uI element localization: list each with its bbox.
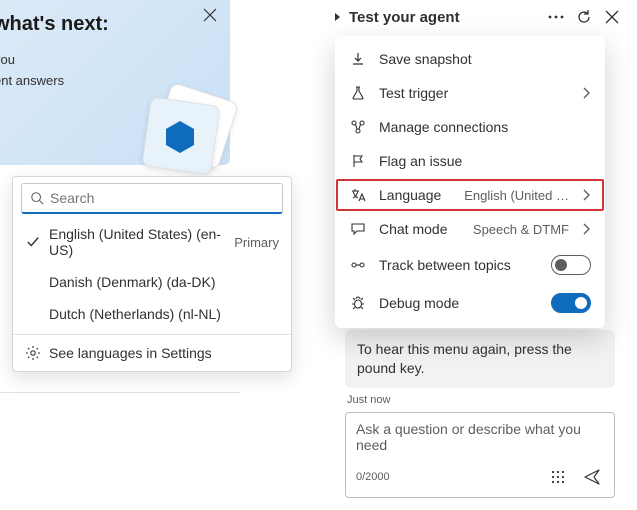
flag-icon <box>349 153 367 169</box>
bot-message: To hear this menu again, press the pound… <box>345 330 615 388</box>
menu-label: Manage connections <box>379 119 591 135</box>
track-icon <box>349 257 367 273</box>
promo-card: what's next: you ent answers <box>0 0 230 165</box>
menu-label: Language <box>379 187 452 203</box>
language-option[interactable]: Dutch (Netherlands) (nl-NL) <box>13 298 291 330</box>
language-list: English (United States) (en-US) Primary … <box>13 214 291 334</box>
track-topics-toggle[interactable] <box>551 255 591 275</box>
language-icon <box>349 187 367 203</box>
menu-test-trigger[interactable]: Test trigger <box>335 76 605 110</box>
menu-label: Chat mode <box>379 221 461 237</box>
bug-icon <box>349 295 367 311</box>
language-option[interactable]: Danish (Denmark) (da-DK) <box>13 266 291 298</box>
chevron-right-icon <box>581 189 591 201</box>
connections-icon <box>349 119 367 135</box>
close-icon[interactable] <box>198 3 222 27</box>
divider <box>0 392 240 393</box>
send-icon[interactable] <box>580 465 604 489</box>
menu-chat-mode[interactable]: Chat mode Speech & DTMF <box>335 212 605 246</box>
message-timestamp: Just now <box>345 394 615 406</box>
panel-settings-menu: Save snapshot Test trigger Manage connec… <box>335 36 605 328</box>
refresh-icon[interactable] <box>573 6 595 28</box>
promo-graphic <box>140 85 250 175</box>
language-option-label: Danish (Denmark) (da-DK) <box>49 274 271 290</box>
chat-icon <box>349 221 367 237</box>
gear-icon <box>25 345 41 361</box>
search-icon <box>30 191 44 205</box>
language-option-label: English (United States) (en-US) <box>49 226 226 258</box>
menu-debug-mode[interactable]: Debug mode <box>335 284 605 322</box>
menu-label: Debug mode <box>379 295 539 311</box>
composer-placeholder: Ask a question or describe what you need <box>356 421 604 459</box>
test-agent-panel: Test your agent Save snapshot Test trigg… <box>327 0 627 510</box>
menu-label: Flag an issue <box>379 153 591 169</box>
language-search[interactable] <box>21 183 283 214</box>
see-languages-label: See languages in Settings <box>49 345 212 361</box>
language-option-badge: Primary <box>234 235 279 250</box>
close-icon[interactable] <box>601 6 623 28</box>
chevron-right-icon <box>581 87 591 99</box>
language-picker: English (United States) (en-US) Primary … <box>12 176 292 372</box>
flask-icon <box>349 85 367 101</box>
menu-label: Test trigger <box>379 85 569 101</box>
menu-track-topics[interactable]: Track between topics <box>335 246 605 284</box>
language-search-input[interactable] <box>50 190 274 206</box>
menu-language[interactable]: Language English (United … <box>335 178 605 212</box>
menu-manage-connections[interactable]: Manage connections <box>335 110 605 144</box>
chat-composer[interactable]: Ask a question or describe what you need… <box>345 412 615 498</box>
chat-area: To hear this menu again, press the pound… <box>345 330 615 498</box>
panel-title: Test your agent <box>349 9 539 26</box>
menu-label: Save snapshot <box>379 51 591 67</box>
promo-line-1: you <box>0 52 216 67</box>
promo-title: what's next: <box>0 13 216 36</box>
see-languages-settings[interactable]: See languages in Settings <box>13 334 291 371</box>
language-option-label: Dutch (Netherlands) (nl-NL) <box>49 306 271 322</box>
panel-header: Test your agent <box>327 0 627 34</box>
keypad-icon[interactable] <box>546 465 570 489</box>
char-counter: 0/2000 <box>356 471 390 483</box>
chevron-right-icon <box>581 223 591 235</box>
menu-label: Track between topics <box>379 257 539 273</box>
menu-save-snapshot[interactable]: Save snapshot <box>335 42 605 76</box>
download-icon <box>349 51 367 67</box>
menu-value: Speech & DTMF <box>473 222 569 237</box>
menu-flag-issue[interactable]: Flag an issue <box>335 144 605 178</box>
check-icon <box>25 235 41 249</box>
debug-mode-toggle[interactable] <box>551 293 591 313</box>
caret-right-icon[interactable] <box>333 12 343 22</box>
language-option[interactable]: English (United States) (en-US) Primary <box>13 218 291 266</box>
more-icon[interactable] <box>545 6 567 28</box>
menu-value: English (United … <box>464 188 569 203</box>
